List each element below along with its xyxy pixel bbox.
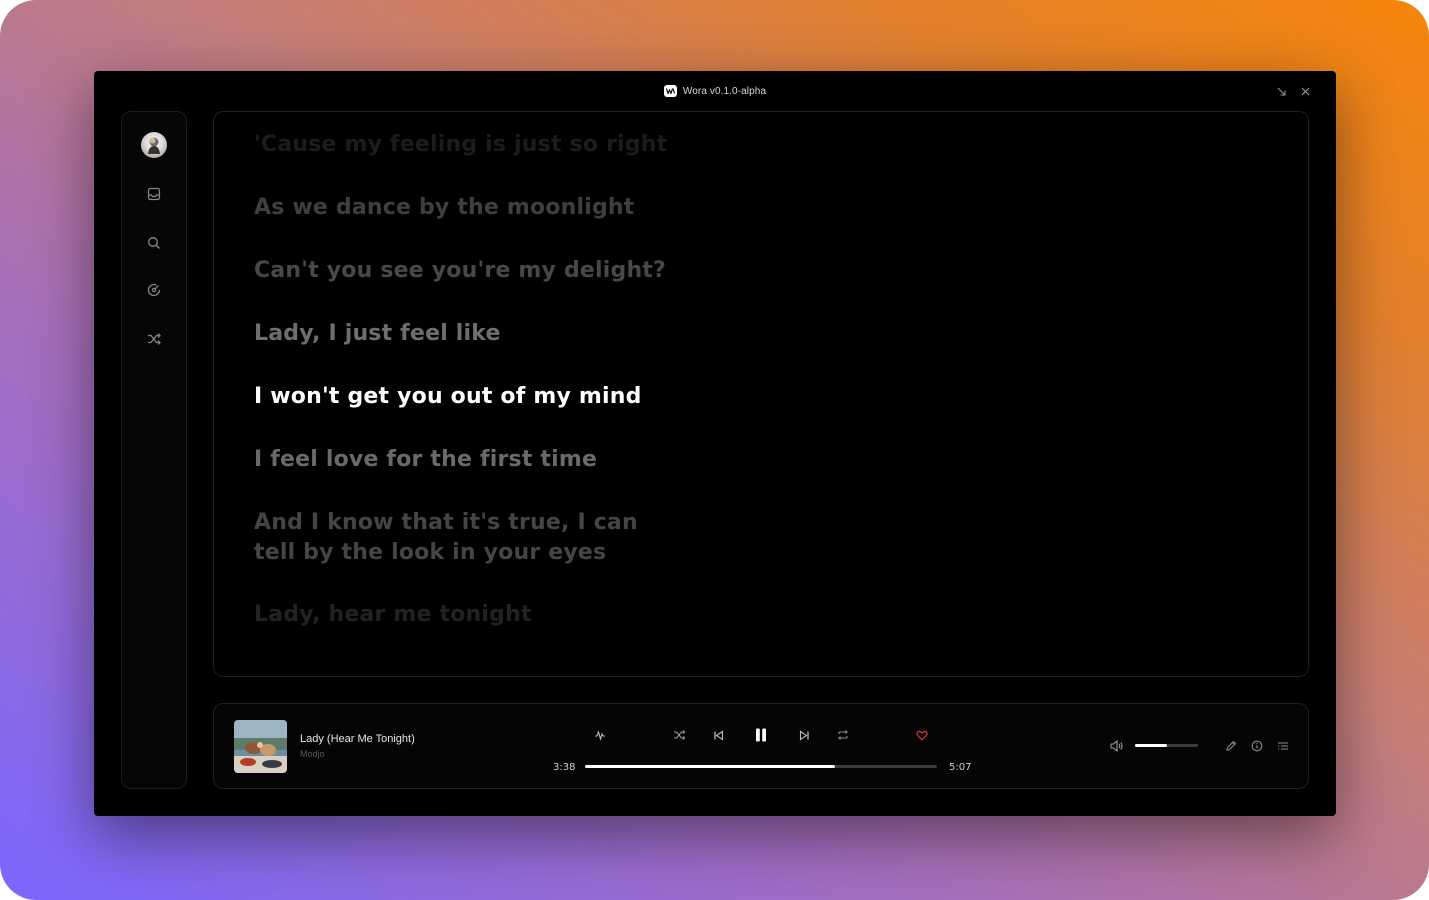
- disc-icon[interactable]: [146, 282, 162, 298]
- minimize-icon[interactable]: [1274, 84, 1288, 98]
- album-cover[interactable]: [234, 720, 287, 773]
- search-icon[interactable]: [146, 235, 162, 251]
- lyric-line[interactable]: 'Cause my feeling is just so right: [254, 130, 667, 160]
- lyric-line[interactable]: As we dance by the moonlight: [254, 193, 635, 223]
- shuffle-icon[interactable]: [146, 331, 162, 347]
- window-controls: [1274, 84, 1312, 98]
- inbox-icon[interactable]: [146, 186, 162, 202]
- progress-bar[interactable]: [585, 765, 937, 768]
- lyric-line[interactable]: Can't you see you're my delight?: [254, 256, 666, 286]
- previous-track-icon[interactable]: [710, 727, 726, 743]
- volume-slider[interactable]: [1135, 744, 1198, 747]
- repeat-icon[interactable]: [835, 727, 851, 743]
- volume-icon[interactable]: [1110, 739, 1124, 753]
- info-icon[interactable]: [1250, 739, 1264, 753]
- song-artist[interactable]: Modjo: [300, 749, 325, 759]
- avatar[interactable]: [141, 132, 167, 158]
- pencil-icon[interactable]: [1224, 739, 1238, 753]
- next-track-icon[interactable]: [796, 727, 812, 743]
- lyrics-panel: 'Cause my feeling is just so right As we…: [213, 111, 1309, 677]
- title-bar[interactable]: Wora v0.1.0-alpha: [94, 71, 1336, 111]
- lyric-line[interactable]: I feel love for the first time: [254, 445, 597, 475]
- queue-list-icon[interactable]: [1276, 739, 1290, 753]
- sidebar: [121, 111, 187, 789]
- current-time: 3:38: [553, 762, 576, 773]
- lyric-line-active[interactable]: I won't get you out of my mind: [254, 382, 642, 412]
- lyric-line[interactable]: And I know that it's true, I can: [254, 508, 638, 538]
- app-window: Wora v0.1.0-alpha 'Cause my feeling is j…: [94, 71, 1336, 816]
- lyrics-toggle-icon[interactable]: [592, 727, 608, 743]
- progress-fill: [585, 765, 835, 768]
- window-title: Wora v0.1.0-alpha: [682, 85, 767, 97]
- player-bar: Lady (Hear Me Tonight) Modjo 3:38 5:07: [213, 703, 1309, 789]
- title-wrap: Wora v0.1.0-alpha: [663, 85, 767, 97]
- song-title[interactable]: Lady (Hear Me Tonight): [300, 733, 415, 745]
- lyric-line[interactable]: Lady, hear me tonight: [254, 600, 532, 630]
- shuffle-button-icon[interactable]: [671, 727, 687, 743]
- lyric-line[interactable]: tell by the look in your eyes: [254, 538, 606, 568]
- favorite-heart-icon[interactable]: [914, 727, 930, 743]
- total-time: 5:07: [949, 762, 972, 773]
- app-logo-icon: [663, 85, 677, 97]
- pause-icon[interactable]: [753, 727, 769, 743]
- lyric-line[interactable]: Lady, I just feel like: [254, 319, 501, 349]
- volume-fill: [1135, 744, 1167, 747]
- close-icon[interactable]: [1298, 84, 1312, 98]
